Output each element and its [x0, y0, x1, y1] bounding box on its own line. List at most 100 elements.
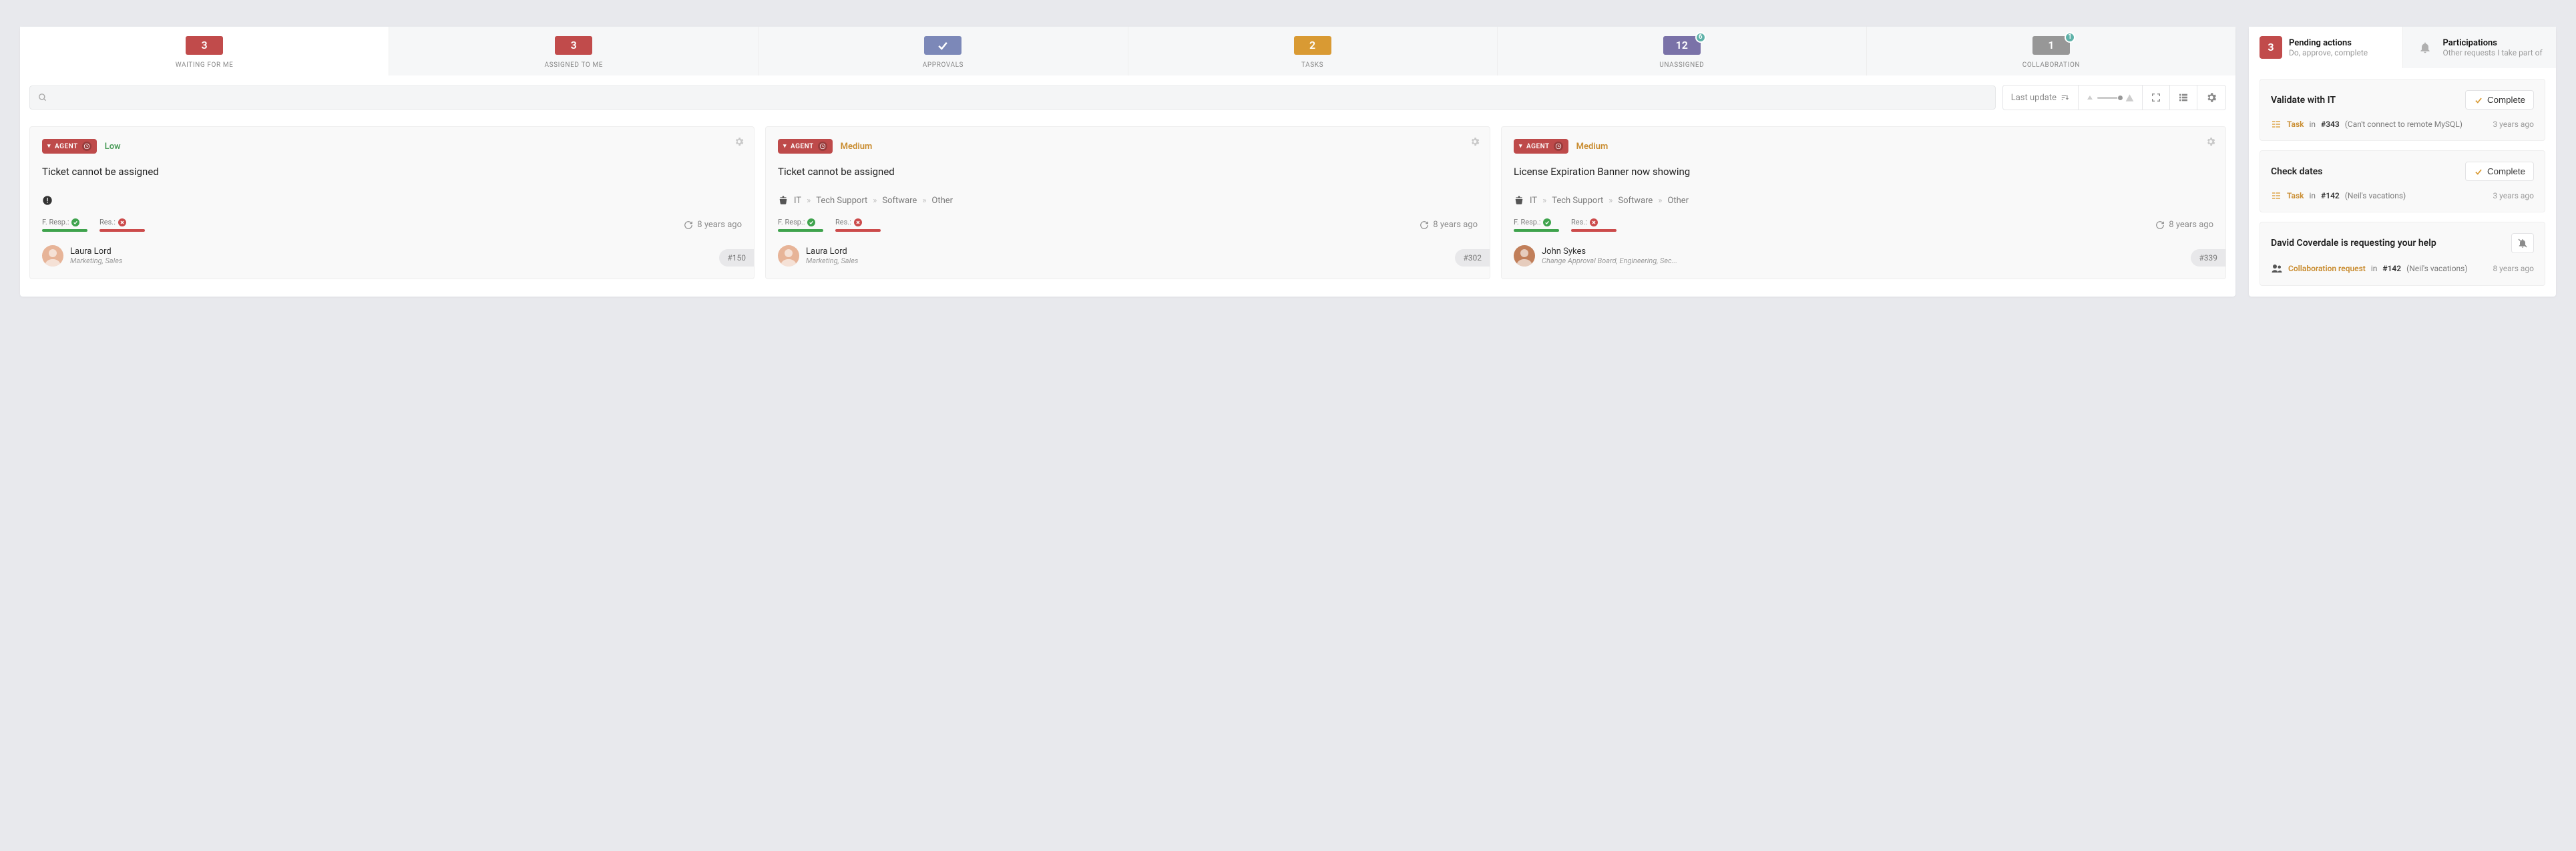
sla-first-response: F. Resp.:: [778, 218, 823, 232]
assignee-name: Laura Lord: [806, 246, 858, 257]
check-icon: [2474, 96, 2483, 105]
last-updated: 8 years ago: [1420, 220, 1478, 230]
check-icon: [2474, 167, 2483, 176]
tab-assigned-to-me[interactable]: 3ASSIGNED TO ME: [389, 27, 759, 75]
density-slider[interactable]: [2079, 86, 2143, 110]
action-time: 8 years ago: [2493, 264, 2534, 273]
sort-button[interactable]: Last update: [2003, 86, 2079, 110]
action-ref: #343: [2321, 120, 2340, 129]
assignee-name: Laura Lord: [70, 246, 122, 257]
in-label: in: [2310, 191, 2316, 200]
agent-label: AGENT: [1526, 143, 1550, 150]
sla-first-response: F. Resp.:: [1514, 218, 1559, 232]
tab-unassigned[interactable]: 126UNASSIGNED: [1498, 27, 1867, 75]
participations-title: Participations: [2443, 38, 2543, 48]
breadcrumb-item: IT: [794, 196, 801, 206]
tab-count: 3: [186, 36, 223, 55]
complete-button[interactable]: Complete: [2465, 162, 2534, 181]
list-view-button[interactable]: [2170, 86, 2197, 110]
avatar: [778, 245, 799, 267]
agent-pill[interactable]: ▾ AGENT: [778, 139, 833, 154]
pending-title: Pending actions: [2289, 38, 2368, 48]
gear-icon: [2205, 136, 2216, 147]
settings-button[interactable]: [2197, 86, 2225, 110]
task-icon: [2271, 119, 2282, 130]
tab-participations[interactable]: Participations Other requests I take par…: [2403, 27, 2557, 68]
priority-label: Low: [105, 142, 121, 152]
assignee-department: Marketing, Sales: [806, 257, 858, 265]
fullscreen-button[interactable]: [2143, 86, 2170, 110]
tab-approvals[interactable]: APPROVALS: [759, 27, 1128, 75]
action-card[interactable]: Validate with IT Complete Task in #343 (…: [2260, 79, 2545, 141]
tab-pending-actions[interactable]: 3 Pending actions Do, approve, complete: [2249, 27, 2403, 68]
ticket-number: #150: [719, 249, 754, 267]
pending-count-badge: 3: [2260, 36, 2282, 59]
breadcrumb: IT»Tech Support»Software»Other: [778, 195, 1478, 206]
ticket-title: Ticket cannot be assigned: [42, 166, 742, 178]
agent-pill[interactable]: ▾ AGENT: [42, 139, 97, 154]
main-tabs: 3WAITING FOR ME3ASSIGNED TO MEAPPROVALS2…: [20, 27, 2235, 75]
action-card[interactable]: David Coverdale is requesting your help …: [2260, 222, 2545, 286]
triangle-large-icon: [2125, 94, 2134, 102]
side-panel: 3 Pending actions Do, approve, complete …: [2249, 27, 2556, 297]
gear-icon: [734, 136, 744, 147]
ticket-card[interactable]: ▾ AGENT Low Ticket cannot be assigned F.…: [29, 126, 755, 279]
breadcrumb-item: Other: [1667, 196, 1689, 206]
tab-label: TASKS: [1128, 61, 1497, 69]
mute-button[interactable]: [2511, 233, 2534, 253]
action-detail: (Neil's vacations): [2406, 264, 2467, 273]
x-circle-icon: [854, 218, 862, 226]
caret-down-icon: ▾: [1519, 143, 1522, 150]
search-icon: [38, 93, 47, 102]
assignee: Laura Lord Marketing, Sales: [778, 245, 1478, 267]
action-detail: (Can't connect to remote MySQL): [2345, 120, 2462, 129]
gear-icon: [1470, 136, 1480, 147]
agent-label: AGENT: [791, 143, 814, 150]
action-title: Check dates: [2271, 166, 2323, 177]
pending-subtitle: Do, approve, complete: [2289, 48, 2368, 57]
action-title: Validate with IT: [2271, 95, 2336, 106]
ticket-title: License Expiration Banner now showing: [1514, 166, 2213, 178]
ticket-card[interactable]: ▾ AGENT Medium Ticket cannot be assigned…: [765, 126, 1490, 279]
triangle-small-icon: [2087, 94, 2093, 101]
caret-down-icon: ▾: [783, 143, 787, 150]
refresh-icon: [684, 220, 693, 230]
task-icon: [2271, 190, 2282, 201]
clock-icon: [82, 142, 91, 151]
card-settings-button[interactable]: [734, 136, 744, 147]
category-icon: [1514, 195, 1524, 206]
check-circle-icon: [807, 218, 815, 226]
card-settings-button[interactable]: [1470, 136, 1480, 147]
breadcrumb-item: Tech Support: [816, 196, 867, 206]
sla-resolution: Res.:: [1571, 218, 1617, 232]
ticket-number: #302: [1455, 249, 1490, 267]
tab-tasks[interactable]: 2TASKS: [1128, 27, 1498, 75]
breadcrumb-item: Software: [1618, 196, 1653, 206]
x-circle-icon: [118, 218, 126, 226]
search-input[interactable]: [29, 86, 1996, 110]
assignee-department: Marketing, Sales: [70, 257, 122, 265]
tab-label: COLLABORATION: [1867, 61, 2235, 69]
refresh-icon: [2155, 220, 2165, 230]
tab-count: 11: [2032, 36, 2070, 55]
last-updated: 8 years ago: [2155, 220, 2213, 230]
assignee-name: John Sykes: [1542, 246, 1677, 257]
agent-pill[interactable]: ▾ AGENT: [1514, 139, 1568, 154]
gear-icon: [2205, 92, 2217, 104]
sla-resolution: Res.:: [99, 218, 145, 232]
toolbar: Last update: [20, 75, 2235, 117]
toolbar-actions: Last update: [2002, 85, 2226, 110]
tab-waiting-for-me[interactable]: 3WAITING FOR ME: [20, 27, 389, 75]
action-time: 3 years ago: [2493, 191, 2534, 200]
ticket-cards: ▾ AGENT Low Ticket cannot be assigned F.…: [20, 117, 2235, 297]
action-card[interactable]: Check dates Complete Task in #142 (Neil'…: [2260, 150, 2545, 212]
card-settings-button[interactable]: [2205, 136, 2216, 147]
people-icon: [2271, 263, 2283, 275]
ticket-card[interactable]: ▾ AGENT Medium License Expiration Banner…: [1501, 126, 2226, 279]
tab-collaboration[interactable]: 11 COLLABORATION: [1867, 27, 2235, 75]
tab-label: UNASSIGNED: [1498, 61, 1866, 69]
complete-button[interactable]: Complete: [2465, 90, 2534, 110]
action-list: Validate with IT Complete Task in #343 (…: [2249, 68, 2556, 297]
action-type: Task: [2287, 120, 2304, 129]
bell-off-icon: [2517, 238, 2528, 248]
